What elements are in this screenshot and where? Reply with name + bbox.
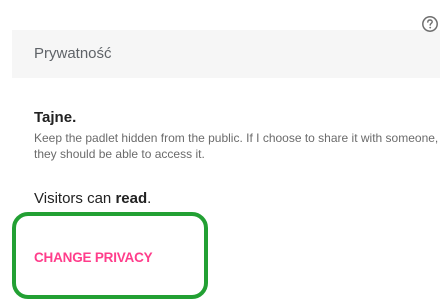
privacy-level-title-period: . bbox=[72, 109, 77, 126]
privacy-level-name: Tajne bbox=[34, 109, 73, 126]
privacy-panel: Prywatność Tajne. Keep the padlet hidden… bbox=[0, 0, 440, 302]
change-privacy-label: CHANGE PRIVACY bbox=[34, 250, 153, 265]
privacy-header-title: Prywatność bbox=[34, 45, 112, 62]
visitors-suffix: . bbox=[147, 190, 152, 207]
privacy-description: Keep the padlet hidden from the public. … bbox=[34, 131, 439, 161]
visitors-prefix: Visitors can bbox=[34, 190, 116, 207]
visitors-permission-level: read bbox=[115, 190, 148, 207]
visitors-permission: Visitors can read. bbox=[34, 190, 151, 207]
privacy-level-title: Tajne. bbox=[34, 109, 76, 126]
change-privacy-button[interactable]: CHANGE PRIVACY bbox=[12, 212, 208, 299]
help-icon[interactable] bbox=[421, 15, 439, 33]
privacy-header: Prywatność bbox=[12, 30, 440, 78]
